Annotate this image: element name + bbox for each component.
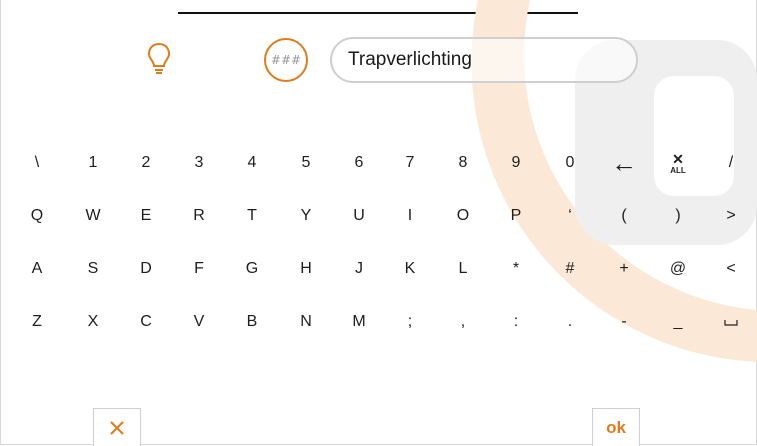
key-1[interactable]: 1 [70, 143, 116, 183]
key-a[interactable]: A [14, 249, 60, 289]
key-hash[interactable]: # [547, 249, 593, 289]
key-t[interactable]: T [229, 196, 275, 236]
space-key[interactable] [708, 302, 754, 342]
key-5[interactable]: 5 [283, 143, 329, 183]
key-underscore[interactable]: _ [655, 302, 701, 342]
key-b[interactable]: B [229, 302, 275, 342]
key-less-than[interactable]: < [708, 249, 754, 289]
key-j[interactable]: J [336, 249, 382, 289]
key-open-paren[interactable]: ( [601, 196, 647, 236]
key-4[interactable]: 4 [229, 143, 275, 183]
key-y[interactable]: Y [283, 196, 329, 236]
ok-button[interactable]: ok [592, 408, 640, 446]
key-x[interactable]: X [70, 302, 116, 342]
key-n[interactable]: N [283, 302, 329, 342]
key-2[interactable]: 2 [123, 143, 169, 183]
key-6[interactable]: 6 [336, 143, 382, 183]
key-comma[interactable]: , [440, 302, 486, 342]
key-m[interactable]: M [336, 302, 382, 342]
key-w[interactable]: W [70, 196, 116, 236]
top-bar [178, 0, 578, 14]
key-g[interactable]: G [229, 249, 275, 289]
key-backslash[interactable]: \ [14, 143, 60, 183]
key-asterisk[interactable]: * [493, 249, 539, 289]
key-q[interactable]: Q [14, 196, 60, 236]
key-z[interactable]: Z [14, 302, 60, 342]
key-o[interactable]: O [440, 196, 486, 236]
name-input[interactable]: Trapverlichting [330, 37, 638, 83]
close-icon [110, 420, 124, 435]
cancel-button[interactable] [93, 408, 141, 446]
key-v[interactable]: V [176, 302, 222, 342]
key-close-paren[interactable]: ) [655, 196, 701, 236]
key-3[interactable]: 3 [176, 143, 222, 183]
key-9[interactable]: 9 [493, 143, 539, 183]
key-semicolon[interactable]: ; [387, 302, 433, 342]
key-colon[interactable]: : [493, 302, 539, 342]
clear-all-key[interactable]: ✕ ALL [655, 143, 701, 183]
key-at[interactable]: @ [655, 249, 701, 289]
key-h[interactable]: H [283, 249, 329, 289]
backspace-arrow-icon: ← [611, 147, 637, 178]
key-f[interactable]: F [176, 249, 222, 289]
key-slash[interactable]: / [708, 143, 754, 183]
key-p[interactable]: P [493, 196, 539, 236]
key-c[interactable]: C [123, 302, 169, 342]
key-0[interactable]: 0 [547, 143, 593, 183]
key-7[interactable]: 7 [387, 143, 433, 183]
key-plus[interactable]: + [601, 249, 647, 289]
key-i[interactable]: I [387, 196, 433, 236]
key-s[interactable]: S [70, 249, 116, 289]
key-d[interactable]: D [123, 249, 169, 289]
key-k[interactable]: K [387, 249, 433, 289]
backspace-key[interactable]: ← [601, 143, 647, 183]
key-l[interactable]: L [440, 249, 486, 289]
lightbulb-icon[interactable] [147, 42, 171, 76]
code-button[interactable]: ### [264, 38, 308, 82]
key-u[interactable]: U [336, 196, 382, 236]
key-dash[interactable]: - [601, 302, 647, 342]
clear-all-icon: ✕ ALL [670, 150, 686, 175]
key-greater-than[interactable]: > [708, 196, 754, 236]
name-input-value: Trapverlichting [348, 49, 472, 70]
key-r[interactable]: R [176, 196, 222, 236]
key-e[interactable]: E [123, 196, 169, 236]
key-apostrophe[interactable]: ‘ [547, 196, 593, 236]
space-icon [724, 320, 738, 326]
key-period[interactable]: . [547, 302, 593, 342]
key-8[interactable]: 8 [440, 143, 486, 183]
